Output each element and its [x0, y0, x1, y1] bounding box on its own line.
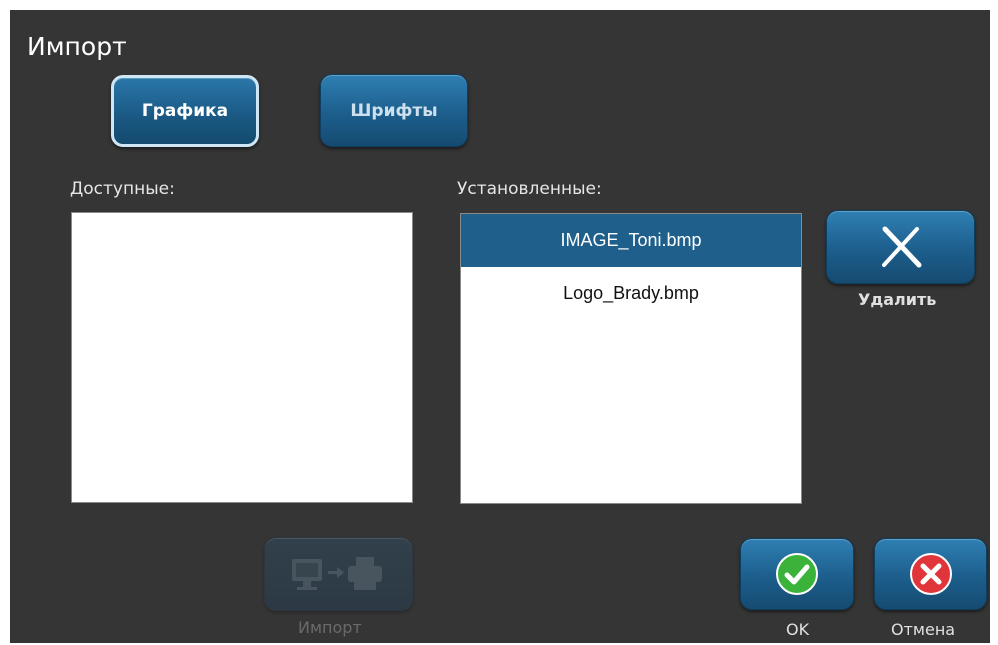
cancel-label: Отмена: [891, 620, 956, 639]
computer-to-printer-icon: [291, 557, 382, 590]
available-list[interactable]: [71, 212, 413, 503]
import-label: Импорт: [298, 618, 362, 637]
delete-label: Удалить: [858, 290, 937, 309]
cancel-button[interactable]: [874, 538, 987, 610]
installed-label: Установленные:: [457, 179, 602, 199]
installed-list-item[interactable]: Logo_Brady.bmp: [461, 267, 801, 320]
import-dialog: Импорт Графика Шрифты Доступные: Установ…: [10, 10, 990, 643]
available-label: Доступные:: [70, 179, 175, 199]
ok-button[interactable]: [740, 538, 854, 610]
x-icon: [881, 226, 921, 268]
tab-fonts-label: Шрифты: [350, 100, 438, 121]
tab-fonts[interactable]: Шрифты: [320, 74, 468, 147]
tab-graphics-label: Графика: [141, 101, 229, 121]
cancel-x-icon: [909, 553, 952, 595]
installed-list-item[interactable]: IMAGE_Toni.bmp: [461, 214, 801, 267]
tab-graphics[interactable]: Графика: [111, 75, 259, 147]
delete-button[interactable]: [826, 210, 975, 284]
dialog-title: Импорт: [27, 32, 127, 61]
checkmark-icon: [776, 553, 818, 595]
import-button[interactable]: [264, 537, 413, 611]
ok-label: OK: [786, 620, 810, 639]
installed-list[interactable]: IMAGE_Toni.bmp Logo_Brady.bmp: [460, 213, 802, 504]
